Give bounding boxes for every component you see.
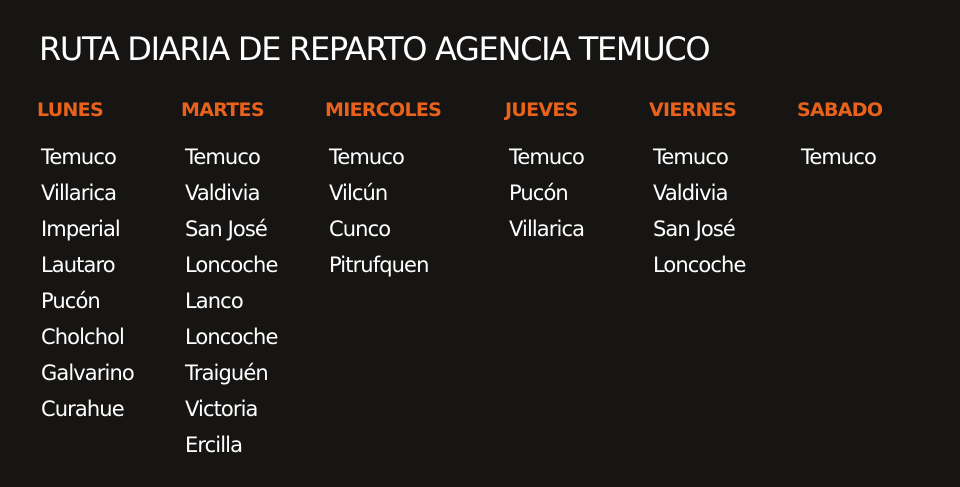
city-item: Villarica (41, 181, 117, 205)
day-heading: JUEVES (505, 99, 578, 121)
city-item: Valdivia (185, 181, 260, 205)
day-heading: VIERNES (649, 99, 737, 121)
day-column-miercoles: MIERCOLES Temuco Vilcún Cunco Pitrufquen (325, 96, 442, 277)
city-item: Pucón (509, 181, 569, 205)
page-title: RUTA DIARIA DE REPARTO AGENCIA TEMUCO (39, 30, 711, 68)
city-list: Temuco Villarica Imperial Lautaro Pucón Cholc… (41, 142, 135, 430)
city-item: San José (653, 217, 736, 241)
city-item: Curahue (41, 397, 125, 421)
city-item: Galvarino (41, 361, 135, 385)
city-item: Villarica (509, 217, 585, 241)
city-item: Ercilla (185, 433, 243, 457)
city-item: Imperial (41, 217, 121, 241)
city-item: Lanco (185, 289, 244, 313)
city-list: Temuco Valdivia San José Loncoche Lanco Lonco… (185, 142, 278, 466)
city-item: Loncoche (653, 253, 746, 277)
city-item: Temuco (653, 145, 729, 169)
city-item: Victoria (185, 397, 258, 421)
day-column-sabado: SABADO Temuco (797, 96, 883, 169)
city-item: Vilcún (329, 181, 388, 205)
day-column-lunes: LUNES Temuco Villarica Imperial Lautaro Pucó… (37, 96, 135, 421)
city-item: Temuco (329, 145, 405, 169)
city-list: Temuco Vilcún Cunco Pitrufquen (329, 142, 429, 286)
city-list: Temuco Valdivia San José Loncoche (653, 142, 746, 286)
city-item: San José (185, 217, 268, 241)
city-list: Temuco Pucón Villarica (509, 142, 585, 250)
city-item: Cunco (329, 217, 391, 241)
day-column-jueves: JUEVES Temuco Pucón Villarica (505, 96, 585, 241)
day-heading: SABADO (797, 99, 883, 121)
city-item: Pitrufquen (329, 253, 429, 277)
city-item: Temuco (509, 145, 585, 169)
city-item: Valdivia (653, 181, 728, 205)
city-item: Temuco (185, 145, 261, 169)
day-column-martes: MARTES Temuco Valdivia San José Loncoche Lan… (181, 96, 278, 457)
city-list: Temuco (801, 142, 877, 178)
day-heading: MARTES (181, 99, 265, 121)
city-item: Cholchol (41, 325, 125, 349)
day-heading: MIERCOLES (325, 99, 442, 121)
city-item: Traiguén (185, 361, 269, 385)
city-item: Temuco (801, 145, 877, 169)
city-item: Pucón (41, 289, 101, 313)
city-item: Temuco (41, 145, 117, 169)
day-column-viernes: VIERNES Temuco Valdivia San José Loncoche (649, 96, 746, 277)
day-heading: LUNES (37, 99, 104, 121)
city-item: Lautaro (41, 253, 116, 277)
city-item: Loncoche (185, 253, 278, 277)
city-item: Loncoche (185, 325, 278, 349)
